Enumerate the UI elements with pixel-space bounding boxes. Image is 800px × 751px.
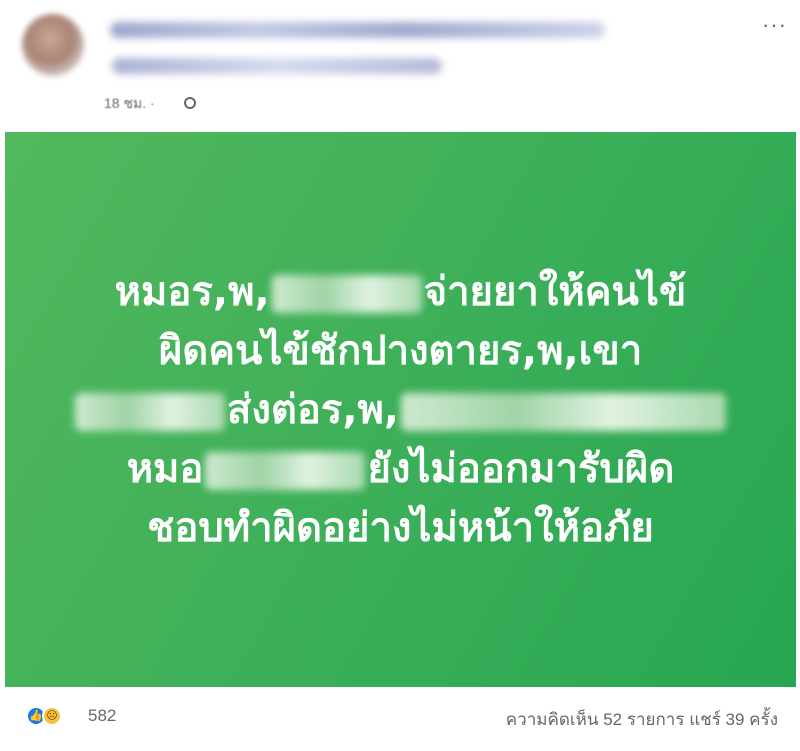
sad-icon: ☹ [42,706,62,726]
redacted-block [401,393,727,431]
facebook-post: 18 ชม. · ··· หมอร,พ, จ่ายยาให้คนไข้ ผิดคน… [0,0,800,751]
text-segment: ชอบทำผิดอย่างไม่หน้าให้อภัย [147,505,654,551]
redacted-block [205,452,366,490]
text-segment: จ่ายยาให้คนไข้ [423,269,687,315]
text-line-2: ผิดคนไข้ชักปางตายร,พ,เขา [5,322,796,381]
text-segment: หมอร,พ, [114,269,270,315]
post-header: 18 ชม. · ··· [0,0,800,132]
post-timestamp[interactable]: 18 ชม. · [104,93,155,115]
redacted-block [271,275,422,313]
avatar[interactable] [22,14,84,76]
globe-icon [184,97,196,109]
post-image[interactable]: หมอร,พ, จ่ายยาให้คนไข้ ผิดคนไข้ชักปางตายร… [5,132,796,687]
shares-count-link[interactable]: แชร์ 39 ครั้ง [689,710,778,729]
text-segment: ผิดคนไข้ชักปางตายร,พ,เขา [158,328,643,374]
comments-count-link[interactable]: ความคิดเห็น 52 รายการ [506,710,685,729]
redacted-block [74,393,225,431]
text-line-1: หมอร,พ, จ่ายยาให้คนไข้ [5,263,796,322]
reaction-count[interactable]: 582 [88,706,116,726]
text-segment: ส่งต่อร,พ, [226,387,400,433]
text-line-5: ชอบทำผิดอย่างไม่หน้าให้อภัย [5,499,796,558]
post-image-text: หมอร,พ, จ่ายยาให้คนไข้ ผิดคนไข้ชักปางตายร… [5,263,796,558]
text-segment: หมอ [126,446,204,492]
author-name-blurred[interactable] [110,22,605,38]
author-subtitle-blurred [112,58,442,74]
text-line-4: หมอ ยังไม่ออกมารับผิด [5,440,796,499]
text-line-3: ส่งต่อร,พ, [5,381,796,440]
more-options-icon[interactable]: ··· [762,12,787,38]
text-segment: ยังไม่ออกมารับผิด [367,446,675,492]
engagement-stats: ความคิดเห็น 52 รายการ แชร์ 39 ครั้ง [506,706,778,733]
